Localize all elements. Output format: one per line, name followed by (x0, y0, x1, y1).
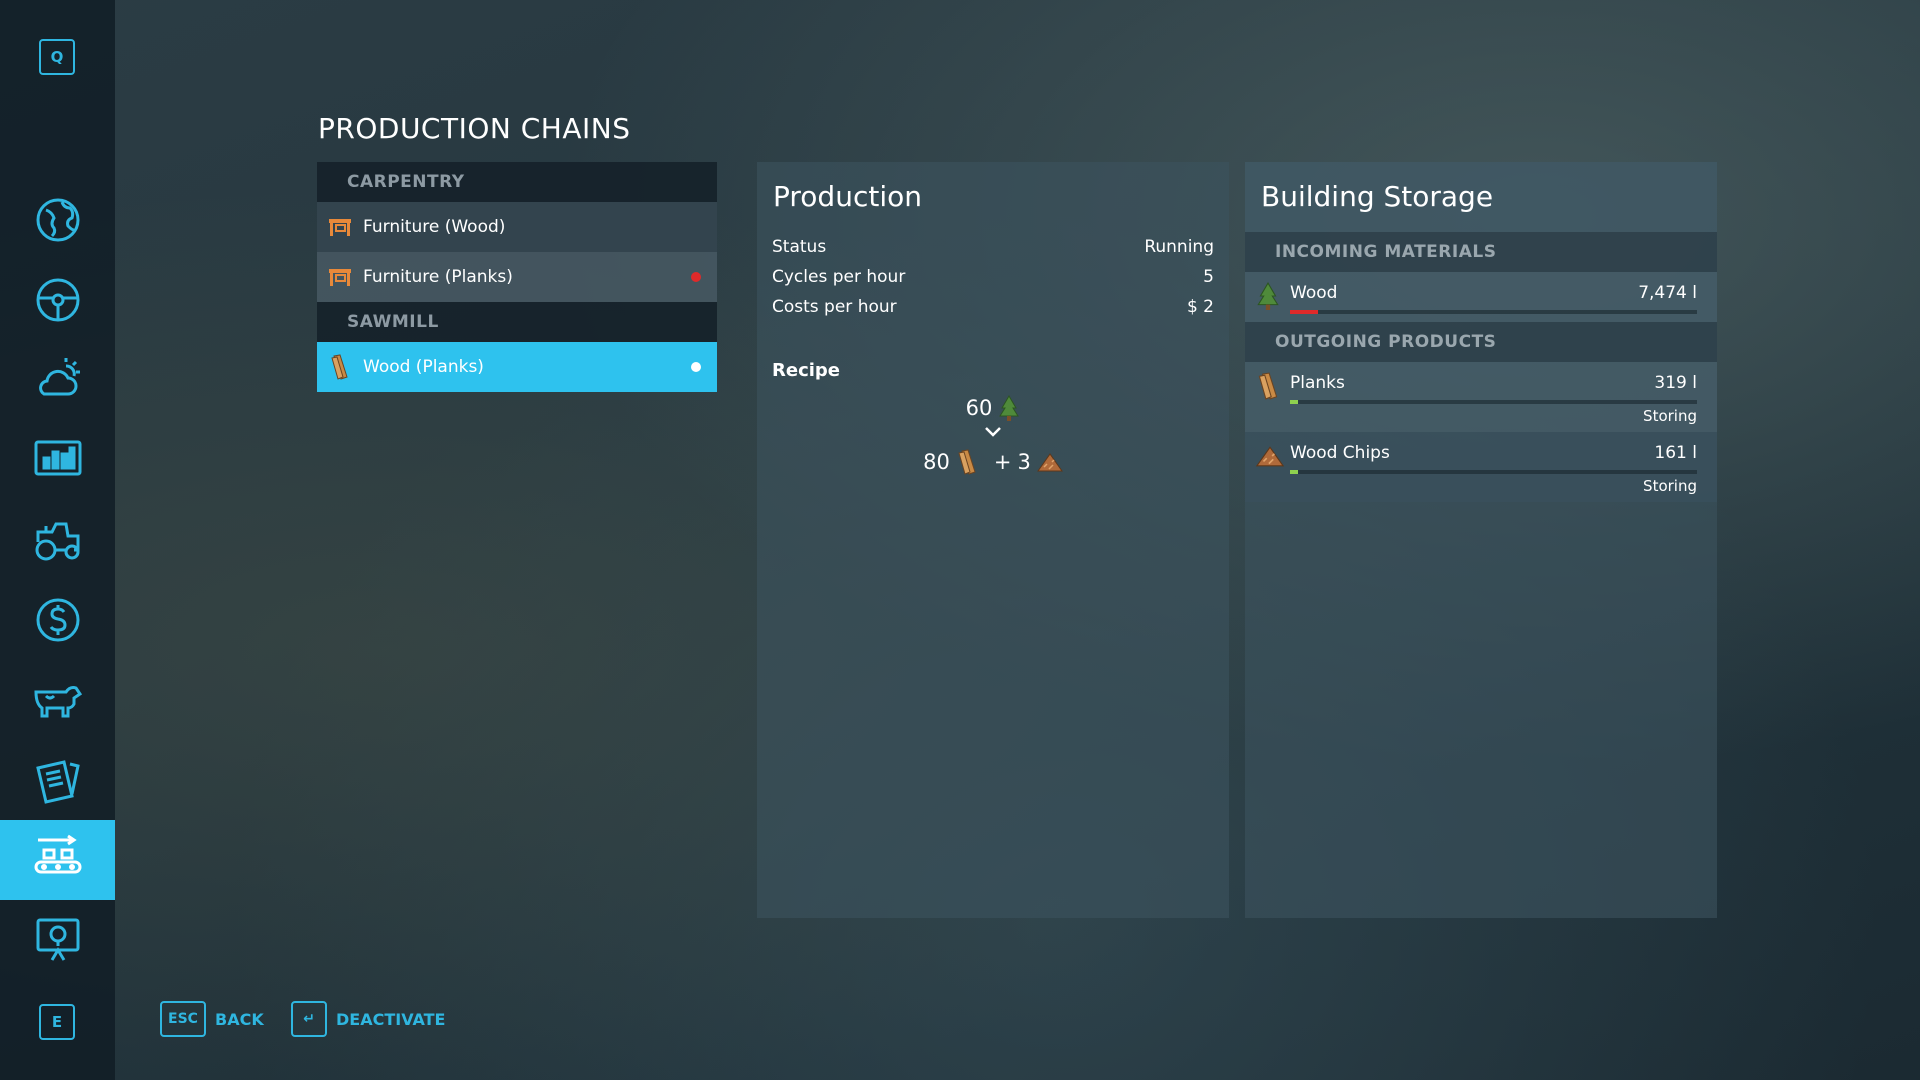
deactivate-button[interactable]: DEACTIVATE (336, 1010, 445, 1029)
fill-level-fill (1290, 470, 1299, 474)
recipe-title: Recipe (772, 360, 841, 381)
storage-item-wood-chips: Wood Chips 161 l Storing (1245, 432, 1717, 502)
chain-item-label: Furniture (Planks) (363, 267, 513, 287)
sidebar-item-animals[interactable] (0, 660, 115, 740)
chevron-down-icon (985, 427, 1001, 437)
stat-value: 5 (1203, 267, 1214, 287)
sidebar-item-help[interactable] (0, 900, 115, 980)
furniture-icon (327, 264, 353, 290)
sidebar-item-weather[interactable] (0, 340, 115, 420)
inactive-status-dot (691, 272, 701, 282)
outgoing-products-header: OUTGOING PRODUCTS (1245, 322, 1717, 362)
furniture-icon (327, 214, 353, 240)
stat-label: Cycles per hour (772, 267, 906, 287)
sidebar-item-garage[interactable] (0, 500, 115, 580)
steering-wheel-icon (36, 278, 79, 322)
deactivate-key[interactable]: ↵ (291, 1001, 327, 1037)
production-title: Production (773, 180, 922, 213)
storage-item-name: Planks (1290, 373, 1345, 393)
wood-chips-icon (1255, 446, 1285, 467)
recipe-output: 80 + 3 (757, 449, 1229, 475)
menu-prev-key[interactable]: Q (39, 39, 75, 75)
chain-group-header-carpentry: CARPENTRY (317, 162, 717, 202)
storage-item-amount: 161 l (1654, 443, 1697, 463)
sidebar-item-statistics[interactable] (0, 420, 115, 500)
recipe-input-amount: 60 (965, 396, 993, 420)
chain-group-header-sawmill: SAWMILL (317, 302, 717, 342)
sidebar-item-contracts[interactable] (0, 740, 115, 820)
storage-item-planks: Planks 319 l Storing (1245, 362, 1717, 432)
storage-item-amount: 319 l (1654, 373, 1697, 393)
sidebar-item-finances[interactable] (0, 580, 115, 660)
chain-item-furniture-wood[interactable]: Furniture (Wood) (317, 202, 717, 252)
storage-title: Building Storage (1245, 162, 1717, 232)
fill-level-fill (1290, 400, 1299, 404)
production-chain-list: CARPENTRY Furniture (Wood) Furniture (Pl… (317, 162, 717, 392)
chain-item-furniture-planks[interactable]: Furniture (Planks) (317, 252, 717, 302)
page-title: PRODUCTION CHAINS (318, 112, 631, 145)
stat-row-status: Status Running (757, 232, 1229, 262)
fill-level-bar (1290, 470, 1697, 474)
weather-icon (38, 358, 80, 396)
map-globe-icon (36, 198, 79, 242)
incoming-materials-header: INCOMING MATERIALS (1245, 232, 1717, 272)
sidebar-item-vehicles[interactable] (0, 260, 115, 340)
sidebar-item-map[interactable] (0, 180, 115, 260)
fill-level-fill (1290, 310, 1319, 314)
statistics-icon (34, 440, 81, 476)
finances-dollar-icon (36, 598, 79, 642)
chain-item-label: Furniture (Wood) (363, 217, 506, 237)
recipe-output-amount-planks: 80 (923, 450, 950, 474)
fill-level-bar (1290, 310, 1697, 314)
sidebar-item-production[interactable] (0, 820, 115, 900)
stat-label: Status (772, 237, 827, 257)
menu-next-key[interactable]: E (39, 1004, 75, 1040)
active-status-dot (691, 362, 701, 372)
production-panel: Production Status Running Cycles per hou… (757, 162, 1229, 918)
stat-row-costs: Costs per hour $ 2 (757, 292, 1229, 322)
storage-mode-toggle[interactable]: Storing (1643, 477, 1697, 495)
chain-item-label: Wood (Planks) (363, 357, 484, 377)
recipe-input: 60 (757, 395, 1229, 421)
back-button[interactable]: BACK (215, 1010, 264, 1029)
storage-mode-toggle[interactable]: Storing (1643, 407, 1697, 425)
stat-row-cycles: Cycles per hour 5 (757, 262, 1229, 292)
sidebar: Q E (0, 0, 115, 1080)
recipe-arrow (757, 425, 1229, 439)
storage-item-name: Wood Chips (1290, 443, 1390, 463)
stat-value: Running (1144, 237, 1214, 257)
storage-item-wood: Wood 7,474 l (1245, 272, 1717, 322)
tractor-icon (35, 522, 79, 561)
production-chains-icon (34, 834, 81, 874)
building-storage-panel: Building Storage INCOMING MATERIALS Wood… (1245, 162, 1717, 918)
fill-level-bar (1290, 400, 1697, 404)
tree-icon (999, 395, 1020, 421)
stat-label: Costs per hour (772, 297, 897, 317)
recipe-plus: + (993, 450, 1012, 474)
recipe-output-amount-chips: 3 (1017, 450, 1031, 474)
planks-icon (327, 354, 353, 380)
contracts-icon (35, 760, 80, 804)
chain-item-wood-planks[interactable]: Wood (Planks) (317, 342, 717, 392)
storage-item-name: Wood (1290, 283, 1338, 303)
wood-chips-icon (1036, 453, 1063, 472)
back-key[interactable]: ESC (160, 1001, 206, 1037)
help-presentation-icon (36, 918, 79, 961)
tree-icon (1257, 282, 1279, 310)
stat-value: $ 2 (1186, 297, 1214, 317)
planks-icon (958, 449, 976, 475)
storage-item-amount: 7,474 l (1638, 283, 1697, 303)
planks-icon (1258, 372, 1278, 400)
animals-cow-icon (33, 686, 82, 718)
